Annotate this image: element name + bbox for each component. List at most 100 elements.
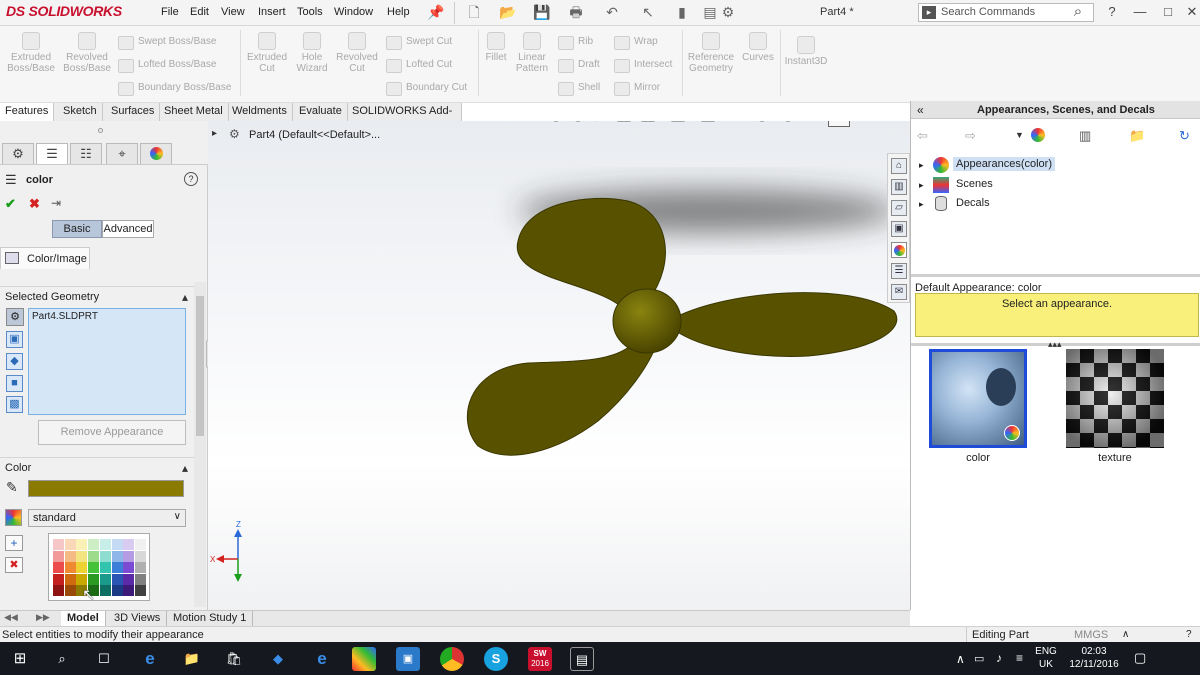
language-indicator[interactable]: ENG UK bbox=[1032, 645, 1060, 671]
tab-dimxpert-manager[interactable]: ⌖ bbox=[106, 143, 138, 164]
tab-weldments[interactable]: Weldments bbox=[227, 103, 293, 121]
palette-swatch[interactable] bbox=[76, 550, 88, 562]
palette-swatch[interactable] bbox=[123, 539, 135, 550]
scrollbar-thumb[interactable] bbox=[196, 296, 204, 436]
palette-swatch[interactable] bbox=[99, 550, 111, 562]
eyedropper-icon[interactable]: ✎ bbox=[6, 479, 18, 496]
unit-system[interactable]: MMGS bbox=[1074, 628, 1108, 642]
draft-button[interactable]: Draft bbox=[558, 57, 600, 73]
remove-appearance-button[interactable]: Remove Appearance bbox=[38, 420, 186, 445]
wifi-icon[interactable]: ≡ bbox=[1016, 651, 1023, 665]
palette-swatch[interactable] bbox=[64, 562, 76, 574]
view-palette-icon[interactable]: ▣ bbox=[891, 221, 907, 237]
appearance-label-texture[interactable]: texture bbox=[1066, 452, 1164, 464]
selected-geometry-list[interactable]: Part4.SLDPRT bbox=[28, 308, 186, 415]
curves-button[interactable]: Curves bbox=[740, 32, 776, 63]
palette-swatch[interactable] bbox=[123, 585, 135, 597]
palette-swatch[interactable] bbox=[134, 573, 146, 585]
wrap-button[interactable]: Wrap bbox=[614, 34, 658, 50]
palette-swatch[interactable] bbox=[76, 539, 88, 550]
tab-features[interactable]: Features bbox=[0, 103, 55, 121]
revolved-cut-button[interactable]: Revolved Cut bbox=[334, 32, 380, 74]
volume-icon[interactable]: ♪ bbox=[996, 651, 1002, 665]
expand-arrow-icon[interactable]: ▸ bbox=[919, 180, 924, 191]
palette-swatch[interactable] bbox=[64, 539, 76, 550]
advanced-tab-button[interactable]: Advanced bbox=[102, 220, 154, 238]
palette-swatch[interactable] bbox=[134, 550, 146, 562]
palette-swatch[interactable] bbox=[53, 585, 64, 597]
palette-swatch[interactable] bbox=[88, 573, 100, 585]
design-library-icon[interactable]: ▥ bbox=[891, 179, 907, 195]
boundary-cut-button[interactable]: Boundary Cut bbox=[386, 80, 467, 96]
propeller-model[interactable]: Z X bbox=[208, 121, 910, 610]
palette-swatch[interactable] bbox=[111, 585, 123, 597]
lofted-boss-button[interactable]: Lofted Boss/Base bbox=[118, 57, 216, 73]
window-icon[interactable]: ▤ bbox=[570, 647, 594, 671]
palette-swatch[interactable] bbox=[88, 539, 100, 550]
remote-desktop-icon[interactable]: ▣ bbox=[396, 647, 420, 671]
remove-swatch-icon[interactable]: ✖ bbox=[5, 557, 23, 573]
palette-swatch[interactable] bbox=[53, 539, 64, 550]
minimize-icon[interactable]: — bbox=[1128, 3, 1152, 21]
appearances-tab-icon[interactable] bbox=[891, 242, 907, 258]
custom-properties-icon[interactable]: ☰ bbox=[891, 263, 907, 279]
cancel-x-icon[interactable]: ✖ bbox=[29, 196, 40, 212]
folder-icon[interactable]: 📁 bbox=[1129, 128, 1145, 144]
collapse-icon[interactable]: ▴ bbox=[182, 287, 188, 307]
splitter-handle-icon[interactable] bbox=[98, 128, 103, 133]
menu-tools[interactable]: Tools bbox=[297, 6, 323, 18]
store-icon[interactable]: 🛍 bbox=[222, 647, 246, 671]
menu-insert[interactable]: Insert bbox=[258, 6, 286, 18]
pushpin-icon[interactable]: ⇥ bbox=[51, 196, 61, 210]
file-explorer-icon[interactable]: ▱ bbox=[891, 200, 907, 216]
notifications-icon[interactable]: ▢ bbox=[1134, 650, 1146, 666]
rib-button[interactable]: Rib bbox=[558, 34, 593, 50]
file-explorer-icon[interactable]: 📁 bbox=[180, 647, 204, 671]
forward-arrow-icon[interactable]: ⇨ bbox=[965, 128, 976, 144]
save-icon[interactable]: 💾 bbox=[532, 3, 552, 21]
palette-swatch[interactable] bbox=[134, 562, 146, 574]
extruded-boss-button[interactable]: Extruded Boss/Base bbox=[4, 32, 58, 74]
menu-edit[interactable]: Edit bbox=[190, 6, 209, 18]
color-image-tab[interactable]: Color/Image bbox=[0, 247, 90, 269]
tab-surfaces[interactable]: Surfaces bbox=[106, 103, 161, 121]
appearances-home-icon[interactable] bbox=[1031, 128, 1045, 142]
panel-splitter[interactable] bbox=[0, 121, 208, 141]
basic-tab-button[interactable]: Basic bbox=[52, 220, 102, 238]
palette-swatch[interactable] bbox=[64, 585, 76, 597]
tab-display-manager[interactable] bbox=[140, 143, 172, 164]
solidworks-logo[interactable]: DS SOLIDWORKS bbox=[6, 3, 122, 19]
scroll-first-icon[interactable]: ◀◀ bbox=[4, 612, 18, 623]
swept-boss-button[interactable]: Swept Boss/Base bbox=[118, 34, 216, 50]
palette-swatch[interactable] bbox=[53, 573, 64, 585]
forum-icon[interactable]: ✉ bbox=[891, 284, 907, 300]
search-icon[interactable]: ⌕ bbox=[50, 647, 74, 671]
palette-swatch[interactable] bbox=[123, 562, 135, 574]
add-swatch-icon[interactable]: + bbox=[5, 535, 23, 551]
shell-button[interactable]: Shell bbox=[558, 80, 600, 96]
app-icon[interactable] bbox=[352, 647, 376, 671]
network-icon[interactable]: ▭ bbox=[974, 652, 984, 665]
palette-swatch[interactable] bbox=[123, 573, 135, 585]
select-face-filter-icon[interactable]: ■ bbox=[6, 375, 23, 392]
palette-swatch[interactable] bbox=[99, 539, 111, 550]
swept-cut-button[interactable]: Swept Cut bbox=[386, 34, 452, 50]
help-icon[interactable]: ? bbox=[184, 172, 198, 186]
back-arrow-icon[interactable]: ⇦ bbox=[917, 128, 928, 144]
color-palette-grid[interactable] bbox=[48, 533, 150, 601]
select-solid-filter-icon[interactable]: ▩ bbox=[6, 396, 23, 413]
appearance-thumbnail-color[interactable] bbox=[929, 349, 1027, 448]
appearance-label-color[interactable]: color bbox=[929, 452, 1027, 464]
edge-browser-icon[interactable]: e bbox=[138, 647, 162, 671]
palette-swatch[interactable] bbox=[99, 562, 111, 574]
palette-swatch[interactable] bbox=[53, 550, 64, 562]
collapse-pane-icon[interactable]: « bbox=[917, 103, 924, 117]
help-icon[interactable]: ? bbox=[1186, 628, 1192, 642]
rebuild-icon[interactable]: ▮ bbox=[672, 3, 692, 21]
units-chevron-up-icon[interactable]: ∧ bbox=[1122, 628, 1129, 642]
palette-select[interactable]: standard ∨ bbox=[28, 509, 186, 527]
print-icon[interactable]: 🖶 bbox=[566, 3, 586, 21]
expand-arrow-icon[interactable]: ▸ bbox=[919, 160, 924, 171]
palette-swatch[interactable] bbox=[53, 562, 64, 574]
skype-icon[interactable]: S bbox=[484, 647, 508, 671]
